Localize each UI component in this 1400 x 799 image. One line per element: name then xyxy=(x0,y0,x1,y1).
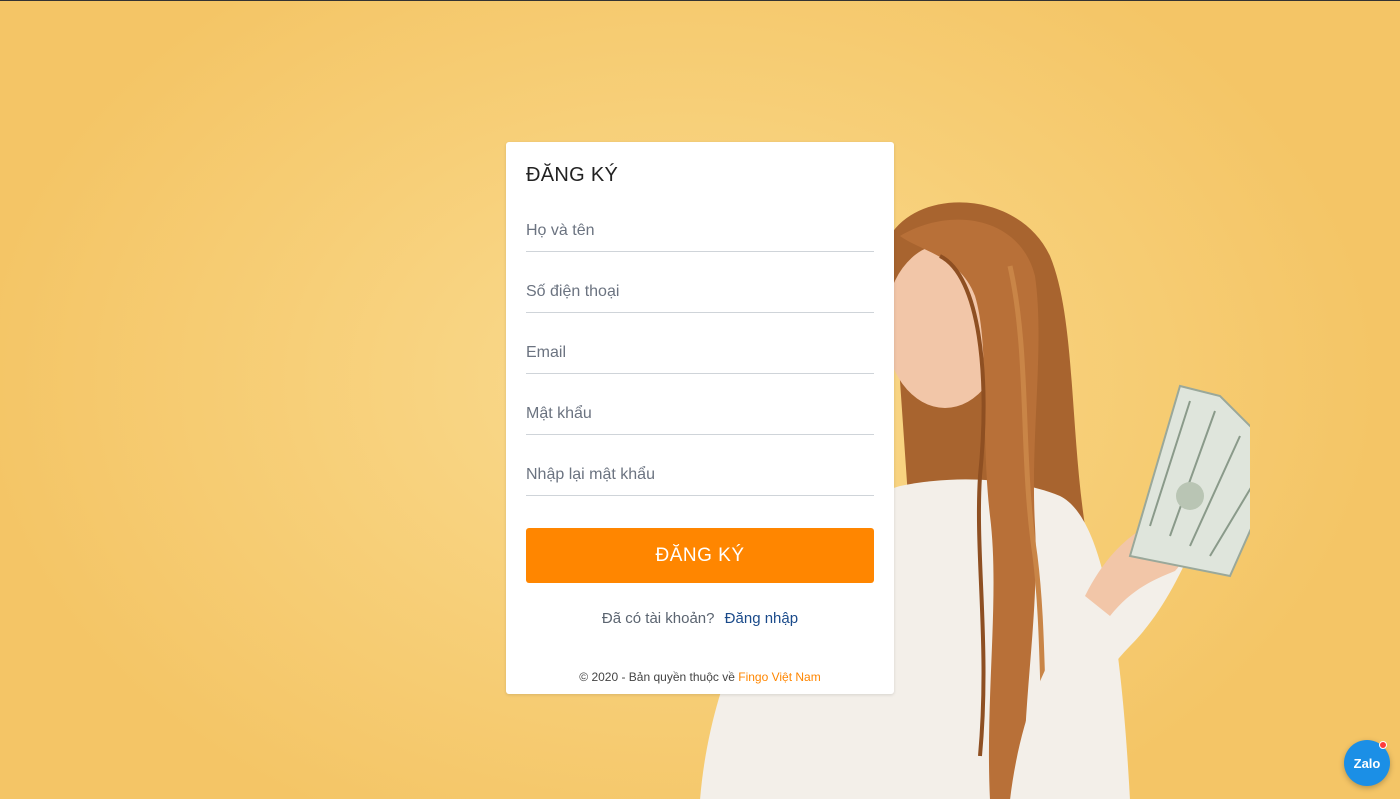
login-prompt: Đã có tài khoản? Đăng nhập xyxy=(526,609,874,629)
copyright-text: © 2020 - Bản quyền thuộc về xyxy=(579,670,735,684)
email-input[interactable] xyxy=(526,332,874,374)
form-title: ĐĂNG KÝ xyxy=(526,164,619,186)
register-button[interactable]: ĐĂNG KÝ xyxy=(526,528,874,583)
fullname-field-wrapper xyxy=(526,210,874,271)
login-link[interactable]: Đăng nhập xyxy=(725,610,798,627)
email-field-wrapper xyxy=(526,332,874,393)
register-card: ĐĂNG KÝ ĐĂNG KÝ Đã có tài khoản? Đăng nh… xyxy=(506,142,894,694)
phone-input[interactable] xyxy=(526,271,874,313)
zalo-label: Zalo xyxy=(1353,755,1381,771)
confirm-password-field-wrapper xyxy=(526,454,874,515)
copyright: © 2020 - Bản quyền thuộc về Fingo Việt N… xyxy=(526,669,874,685)
confirm-password-input[interactable] xyxy=(526,454,874,496)
have-account-text: Đã có tài khoản? xyxy=(601,610,715,627)
phone-field-wrapper xyxy=(526,271,874,332)
brand-link[interactable]: Fingo Việt Nam xyxy=(738,670,820,684)
fullname-input[interactable] xyxy=(526,210,874,252)
zalo-chat-button[interactable]: Zalo xyxy=(1344,740,1390,786)
notification-dot-icon xyxy=(1379,741,1387,749)
password-field-wrapper xyxy=(526,393,874,454)
password-input[interactable] xyxy=(526,393,874,435)
